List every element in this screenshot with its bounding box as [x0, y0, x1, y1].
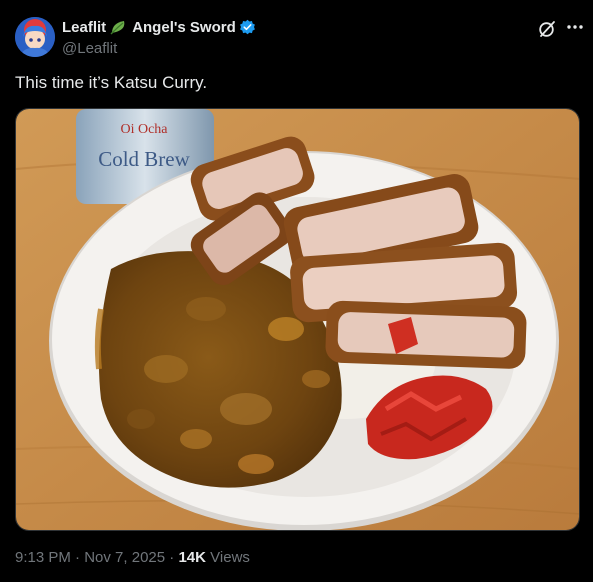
views-label: Views: [210, 549, 250, 566]
can-brand-line2: Cold Brew: [98, 147, 190, 171]
author-names: Leaflit Angel's Sword @Leaflit: [62, 17, 256, 57]
avatar[interactable]: [15, 17, 55, 57]
views-count: 14K: [178, 549, 206, 566]
grok-icon[interactable]: [537, 19, 557, 39]
author-handle[interactable]: @Leaflit: [62, 40, 256, 57]
display-name-prefix[interactable]: Leaflit: [62, 19, 106, 36]
meta-separator-2: ·: [169, 549, 175, 566]
can-brand-line1: Oi Ocha: [120, 122, 168, 137]
tweet-text: This time it’s Katsu Curry.: [15, 73, 208, 92]
meta-separator-1: ·: [75, 549, 81, 566]
tweet-date[interactable]: Nov 7, 2025: [84, 549, 165, 566]
tweet-header: Leaflit Angel's Sword @Leaflit: [15, 14, 585, 58]
more-options-icon[interactable]: [565, 17, 585, 37]
display-name-suffix[interactable]: Angel's Sword: [132, 19, 236, 36]
tweet-meta: 9:13 PM · Nov 7, 2025 · 14K Views: [15, 549, 250, 566]
leaf-emoji-icon: [110, 19, 128, 35]
display-name-row[interactable]: Leaflit Angel's Sword: [62, 17, 256, 37]
verified-badge-icon: [239, 19, 256, 36]
tweet-time[interactable]: 9:13 PM: [15, 549, 71, 566]
tweet-photo[interactable]: Oi Ocha Cold Brew: [15, 108, 580, 531]
